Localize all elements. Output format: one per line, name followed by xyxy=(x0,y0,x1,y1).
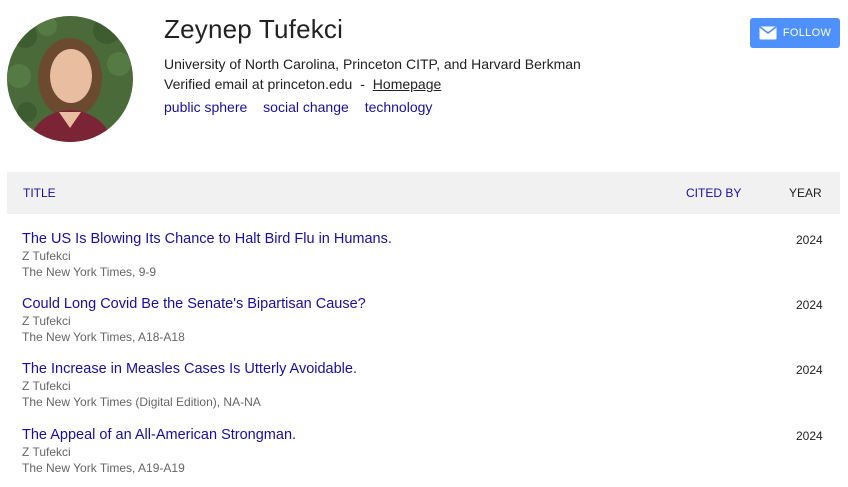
year-column-header[interactable]: YEAR xyxy=(789,186,822,200)
publication-authors: Z Tufekci xyxy=(22,314,71,328)
publication-year: 2024 xyxy=(796,233,823,247)
research-interests: public sphere social change technology xyxy=(164,99,444,115)
publication-authors: Z Tufekci xyxy=(22,445,71,459)
publication-authors: Z Tufekci xyxy=(22,379,71,393)
publication-title-link[interactable]: The Appeal of an All-American Strongman. xyxy=(22,427,296,443)
table-row: Could Long Covid Be the Senate's Biparti… xyxy=(22,296,832,356)
interest-link-technology[interactable]: technology xyxy=(365,99,433,115)
publication-title-link[interactable]: Could Long Covid Be the Senate's Biparti… xyxy=(22,296,366,312)
publication-year: 2024 xyxy=(796,429,823,443)
title-column-header[interactable]: TITLE xyxy=(23,186,56,200)
publication-venue: The New York Times, A19-A19 xyxy=(22,461,185,475)
table-row: The US Is Blowing Its Chance to Halt Bir… xyxy=(22,231,832,291)
separator: - xyxy=(360,76,365,92)
publication-year: 2024 xyxy=(796,363,823,377)
publication-year: 2024 xyxy=(796,298,823,312)
table-row: The Appeal of an All-American Strongman.… xyxy=(22,427,832,487)
profile-name: Zeynep Tufekci xyxy=(164,14,344,44)
table-header: TITLE CITED BY YEAR xyxy=(7,172,840,214)
publication-venue: The New York Times, A18-A18 xyxy=(22,330,185,344)
interest-link-social-change[interactable]: social change xyxy=(263,99,349,115)
publication-authors: Z Tufekci xyxy=(22,249,71,263)
cited-by-column-header[interactable]: CITED BY xyxy=(686,186,741,200)
profile-affiliation: University of North Carolina, Princeton … xyxy=(164,56,581,72)
follow-button-label: FOLLOW xyxy=(782,27,832,39)
verified-email-text: Verified email at princeton.edu xyxy=(164,76,353,92)
table-row: The Increase in Measles Cases Is Utterly… xyxy=(22,361,832,421)
homepage-link[interactable]: Homepage xyxy=(373,76,442,92)
interest-link-public-sphere[interactable]: public sphere xyxy=(164,99,247,115)
profile-photo xyxy=(7,16,133,142)
profile-email-line: Verified email at princeton.edu - Homepa… xyxy=(164,76,441,92)
publication-venue: The New York Times (Digital Edition), NA… xyxy=(22,395,261,409)
mail-icon xyxy=(759,26,777,40)
publication-venue: The New York Times, 9-9 xyxy=(22,265,157,279)
publication-title-link[interactable]: The Increase in Measles Cases Is Utterly… xyxy=(22,361,357,377)
publication-title-link[interactable]: The US Is Blowing Its Chance to Halt Bir… xyxy=(22,231,392,247)
follow-button[interactable]: FOLLOW xyxy=(750,18,840,48)
